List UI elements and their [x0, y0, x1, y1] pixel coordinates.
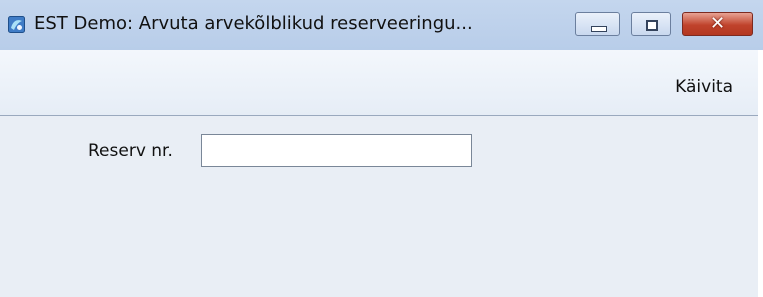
minimize-button[interactable]	[575, 12, 620, 36]
title-bar[interactable]: EST Demo: Arvuta arvekõlblikud reserveer…	[0, 0, 763, 50]
app-logo-icon	[8, 16, 25, 33]
reserve-number-input[interactable]	[201, 134, 472, 167]
window-right-border	[758, 50, 763, 297]
minimize-icon	[591, 26, 607, 32]
run-button[interactable]: Käivita	[675, 77, 733, 97]
form-area: Reserv nr.	[0, 116, 763, 297]
close-button[interactable]: ✕	[682, 12, 753, 36]
reserve-number-label: Reserv nr.	[88, 141, 173, 161]
app-window: EST Demo: Arvuta arvekõlblikud reserveer…	[0, 0, 763, 297]
toolbar: Käivita	[0, 50, 763, 116]
close-icon: ✕	[709, 13, 726, 34]
maximize-button[interactable]	[631, 12, 671, 36]
window-title: EST Demo: Arvuta arvekõlblikud reserveer…	[34, 13, 473, 34]
maximize-icon	[646, 20, 658, 31]
